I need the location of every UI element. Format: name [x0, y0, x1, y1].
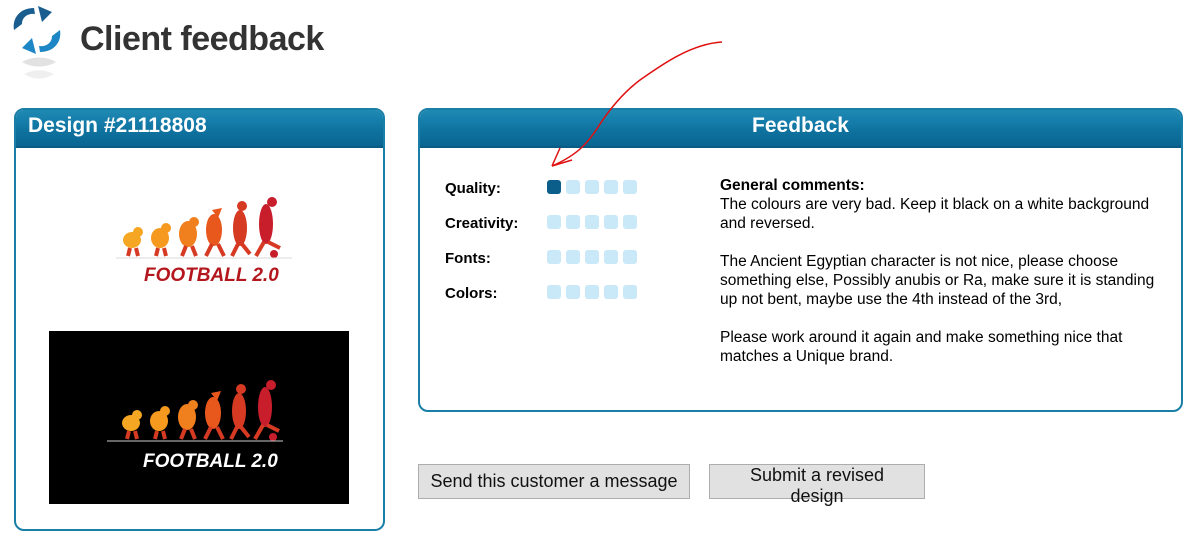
rating-square — [623, 285, 637, 299]
refresh-logo-icon — [13, 6, 61, 79]
design-logo-dark-text: FOOTBALL 2.0 — [143, 451, 278, 471]
feedback-panel-title: Feedback — [420, 110, 1181, 148]
comment-paragraph: Please work around it again and make som… — [720, 329, 1123, 365]
rating-label: Creativity: — [445, 215, 519, 232]
send-message-button[interactable]: Send this customer a message — [418, 464, 690, 499]
design-panel-title: Design #21118808 — [16, 110, 383, 148]
page-title: Client feedback — [80, 20, 324, 58]
rating-label: Fonts: — [445, 250, 491, 267]
rating-square — [585, 285, 599, 299]
design-logo-dark-image: FOOTBALL 2.0 — [49, 331, 349, 504]
rating-row-quality: Quality: — [445, 178, 637, 213]
rating-square — [604, 180, 618, 194]
design-logo-light-text: FOOTBALL 2.0 — [144, 265, 279, 286]
rating-square — [585, 250, 599, 264]
rating-scale — [547, 248, 637, 264]
rating-square — [566, 250, 580, 264]
rating-square — [566, 215, 580, 229]
rating-square — [547, 215, 561, 229]
rating-square — [604, 285, 618, 299]
rating-scale — [547, 283, 637, 299]
rating-label: Colors: — [445, 285, 498, 302]
comments-title: General comments: — [720, 177, 865, 194]
rating-square — [604, 215, 618, 229]
rating-scale — [547, 178, 637, 194]
rating-square — [623, 180, 637, 194]
rating-label: Quality: — [445, 180, 501, 197]
feedback-panel: Feedback Quality: Creativity: Fonts: Col… — [418, 108, 1183, 412]
design-logo-light-image: FOOTBALL 2.0 — [116, 197, 292, 286]
design-panel: Design #21118808 FOOTBALL 2.0 FOOTBALL 2… — [14, 108, 385, 531]
rating-square — [623, 215, 637, 229]
evolution-figures-dark-icon: FOOTBALL 2.0 — [107, 380, 283, 471]
submit-revised-design-button[interactable]: Submit a revised design — [709, 464, 925, 506]
rating-square — [585, 180, 599, 194]
rating-square — [585, 215, 599, 229]
rating-square — [566, 180, 580, 194]
rating-square — [623, 250, 637, 264]
rating-square — [547, 285, 561, 299]
rating-scale — [547, 213, 637, 229]
rating-square — [604, 250, 618, 264]
comment-paragraph: The Ancient Egyptian character is not ni… — [720, 253, 1155, 308]
rating-square — [547, 180, 561, 194]
evolution-figures-icon — [116, 197, 292, 259]
rating-square — [547, 250, 561, 264]
rating-row-creativity: Creativity: — [445, 213, 637, 248]
general-comments: General comments: The colours are very b… — [720, 176, 1160, 385]
ratings-list: Quality: Creativity: Fonts: Colors: — [445, 178, 637, 318]
comment-paragraph: The colours are very bad. Keep it black … — [720, 196, 1150, 232]
rating-row-colors: Colors: — [445, 283, 637, 318]
rating-row-fonts: Fonts: — [445, 248, 637, 283]
rating-square — [566, 285, 580, 299]
